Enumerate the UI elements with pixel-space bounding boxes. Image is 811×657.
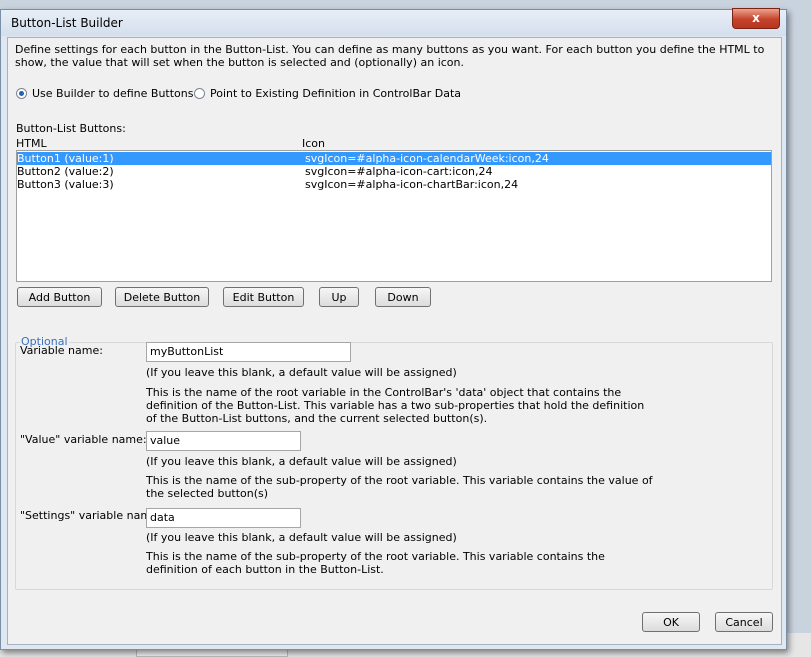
edit-button[interactable]: Edit Button: [223, 287, 304, 307]
settings-variable-label: "Settings" variable name:: [20, 509, 162, 522]
variable-name-label: Variable name:: [20, 344, 103, 357]
list-item-html: Button3 (value:3): [17, 178, 114, 191]
settings-variable-hint: (If you leave this blank, a default valu…: [146, 531, 457, 544]
list-item-icon: svgIcon=#alpha-icon-cart:icon,24: [305, 165, 493, 178]
list-item-icon: svgIcon=#alpha-icon-chartBar:icon,24: [305, 178, 519, 191]
buttons-listbox[interactable]: Button1 (value:1) svgIcon=#alpha-icon-ca…: [16, 150, 772, 282]
radio-use-builder[interactable]: Use Builder to define Buttons: [16, 87, 193, 100]
list-item-html: Button1 (value:1): [17, 152, 114, 165]
close-icon: x: [752, 11, 760, 25]
list-item-html: Button2 (value:2): [17, 165, 114, 178]
list-item-icon: svgIcon=#alpha-icon-calendarWeek:icon,24: [305, 152, 549, 165]
dialog-body: Define settings for each button in the B…: [7, 37, 782, 645]
delete-button[interactable]: Delete Button: [115, 287, 209, 307]
radio-existing-definition[interactable]: Point to Existing Definition in ControlB…: [194, 87, 461, 100]
column-header-html: HTML: [16, 137, 47, 150]
value-variable-hint: (If you leave this blank, a default valu…: [146, 455, 457, 468]
column-header-icon: Icon: [302, 137, 325, 150]
settings-variable-help: This is the name of the sub-property of …: [146, 550, 605, 576]
close-button[interactable]: x: [732, 8, 780, 29]
dialog-title: Button-List Builder: [11, 16, 123, 30]
radio-existing-definition-label: Point to Existing Definition in ControlB…: [210, 87, 462, 100]
move-down-button[interactable]: Down: [375, 287, 431, 307]
value-variable-label: "Value" variable name:: [20, 433, 147, 446]
radio-use-builder-label: Use Builder to define Buttons: [32, 87, 194, 100]
variable-name-input[interactable]: myButtonList: [146, 342, 351, 362]
variable-name-help: This is the name of the root variable in…: [146, 386, 645, 425]
cancel-button[interactable]: Cancel: [715, 612, 773, 632]
value-variable-help: This is the name of the sub-property of …: [146, 474, 653, 500]
move-up-button[interactable]: Up: [319, 287, 359, 307]
button-list-builder-dialog: Button-List Builder x Define settings fo…: [0, 8, 787, 650]
list-item[interactable]: Button3 (value:3) svgIcon=#alpha-icon-ch…: [17, 178, 771, 191]
title-bar: Button-List Builder x: [1, 8, 786, 36]
buttons-list-label: Button-List Buttons:: [16, 122, 126, 135]
value-variable-input[interactable]: value: [146, 431, 301, 451]
list-item[interactable]: Button1 (value:1) svgIcon=#alpha-icon-ca…: [17, 152, 771, 165]
add-button[interactable]: Add Button: [17, 287, 102, 307]
description-text: Define settings for each button in the B…: [15, 43, 765, 69]
radio-unselected-icon: [194, 88, 205, 99]
settings-variable-input[interactable]: data: [146, 508, 301, 528]
ok-button[interactable]: OK: [642, 612, 700, 632]
list-item[interactable]: Button2 (value:2) svgIcon=#alpha-icon-ca…: [17, 165, 771, 178]
radio-selected-icon: [16, 88, 27, 99]
variable-name-hint: (If you leave this blank, a default valu…: [146, 366, 457, 379]
